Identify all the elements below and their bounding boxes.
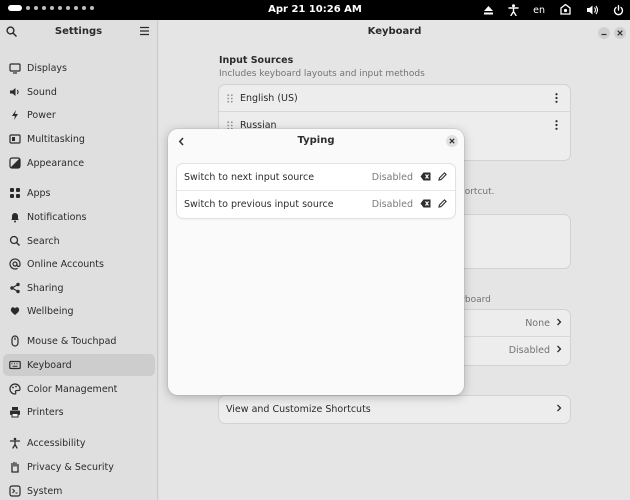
top-bar: Apr 21 10:26 AM en [0, 0, 630, 20]
shortcut-row-previous[interactable]: Switch to previous input source Disabled [177, 191, 455, 218]
accessibility-menu-icon[interactable] [508, 0, 519, 20]
shortcut-label: Switch to next input source [184, 171, 315, 183]
workspace-dot[interactable] [34, 6, 38, 10]
shortcut-label: Switch to previous input source [184, 199, 334, 210]
workspace-dot[interactable] [82, 6, 86, 10]
clear-shortcut-icon[interactable] [420, 199, 431, 211]
language-indicator[interactable]: en [533, 0, 545, 20]
workspace-dot[interactable] [90, 6, 94, 10]
close-icon [449, 138, 455, 144]
edit-shortcut-icon[interactable] [438, 199, 447, 211]
typing-dialog: Typing Switch to next input source Disab… [168, 129, 464, 395]
workspace-dot[interactable] [66, 6, 70, 10]
active-workspace-dot[interactable] [8, 5, 22, 11]
clear-shortcut-icon[interactable] [420, 172, 431, 184]
workspace-dot[interactable] [74, 6, 78, 10]
network-icon[interactable] [559, 0, 572, 20]
edit-shortcut-icon[interactable] [438, 172, 447, 184]
shortcut-value: Disabled [371, 199, 413, 210]
workspace-dot[interactable] [26, 6, 30, 10]
system-tray[interactable]: en [483, 0, 624, 20]
eject-icon[interactable] [483, 0, 494, 20]
dialog-close-button[interactable] [446, 135, 458, 147]
shortcut-list: Switch to next input source Disabled Swi… [177, 164, 455, 218]
workspace-dot[interactable] [42, 6, 46, 10]
workspace-indicator[interactable] [8, 5, 94, 11]
shortcut-row-next[interactable]: Switch to next input source Disabled [177, 164, 455, 191]
volume-icon[interactable] [586, 0, 599, 20]
workspace-dot[interactable] [50, 6, 54, 10]
workspace-dot[interactable] [58, 6, 62, 10]
shortcut-value: Disabled [371, 171, 413, 183]
power-menu-icon[interactable] [613, 0, 624, 20]
dialog-title: Typing [297, 135, 335, 146]
